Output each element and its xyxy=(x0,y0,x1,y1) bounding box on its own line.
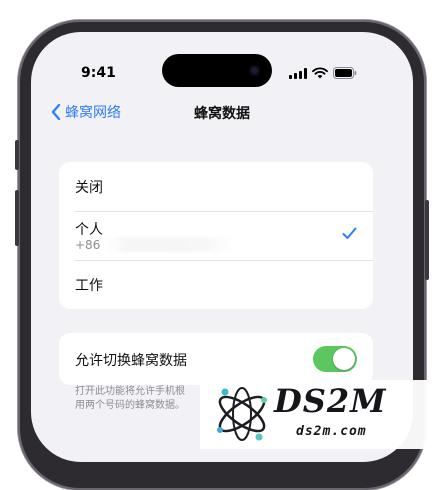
status-icons xyxy=(289,66,357,80)
data-options-list: 关闭 个人 +86 工作 xyxy=(59,162,373,309)
watermark-domain: ds2m.com xyxy=(296,424,367,439)
option-personal-label: 个人 xyxy=(75,222,103,238)
toggle-knob xyxy=(333,348,355,370)
side-button xyxy=(15,140,19,170)
page-title: 蜂窝数据 xyxy=(194,106,250,122)
option-off-label: 关闭 xyxy=(75,180,103,196)
allow-switching-label: 允许切换蜂窝数据 xyxy=(75,353,187,369)
camera-icon xyxy=(249,65,260,76)
redacted-number xyxy=(103,237,233,252)
side-button xyxy=(425,200,429,280)
navigation-bar: 蜂窝网络 蜂窝数据 xyxy=(31,98,413,128)
side-button xyxy=(15,190,19,246)
watermark-brand: DS2M xyxy=(274,382,387,420)
option-work-label: 工作 xyxy=(75,278,103,294)
checkmark-icon xyxy=(342,227,357,239)
wifi-icon xyxy=(312,67,328,79)
option-personal[interactable]: 个人 +86 xyxy=(59,211,373,260)
option-off[interactable]: 关闭 xyxy=(59,162,373,211)
status-time: 9:41 xyxy=(81,65,116,81)
allow-switching-toggle[interactable] xyxy=(313,346,357,372)
option-work[interactable]: 工作 xyxy=(59,260,373,309)
atom-logo-icon xyxy=(217,387,267,441)
allow-switching-row: 允许切换蜂窝数据 xyxy=(59,333,373,385)
watermark: DS2M ds2m.com xyxy=(200,380,437,449)
battery-icon xyxy=(333,67,357,79)
phone-number: +86 xyxy=(75,238,101,252)
dynamic-island xyxy=(162,54,272,87)
cellular-signal-icon xyxy=(289,67,307,79)
switching-settings: 允许切换蜂窝数据 xyxy=(59,333,373,385)
